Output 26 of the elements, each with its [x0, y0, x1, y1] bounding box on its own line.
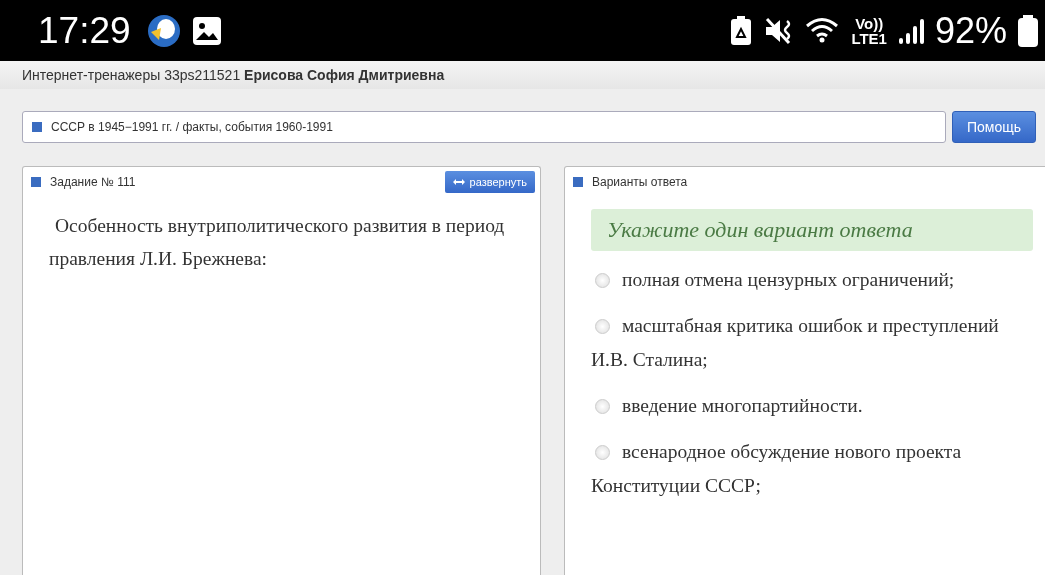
battery-percent: 92%: [934, 9, 1007, 52]
expand-button[interactable]: развернуть: [444, 171, 535, 193]
radio-button[interactable]: [595, 319, 610, 334]
radio-button[interactable]: [595, 273, 610, 288]
volte-label: Vo)): [855, 15, 884, 31]
radio-button[interactable]: [595, 445, 610, 460]
answer-option[interactable]: введение многопартийности.: [591, 389, 1033, 423]
task-title: Задание № 111: [50, 175, 137, 189]
battery-icon: [1017, 13, 1039, 48]
battery-saver-icon: [729, 14, 754, 47]
answers-title: Варианты ответа: [592, 175, 689, 189]
answer-option[interactable]: масштабная критика ошибок и преступлений И.В. Сталина;: [591, 309, 1033, 377]
square-icon: [32, 122, 42, 132]
instruction-banner: Укажите один вариант ответа: [591, 209, 1033, 251]
answer-option[interactable]: полная отмена цензурных ограничений;: [591, 263, 1033, 297]
double-arrow-icon: [452, 179, 465, 185]
image-icon: [190, 14, 223, 47]
square-icon: [573, 177, 583, 187]
answer-option[interactable]: всенародное обсуждение нового проекта Конституции СССР;: [591, 435, 1033, 503]
square-icon: [31, 177, 41, 187]
header-text: Интернет-тренажеры 33ps211521 Ерисова София Дмитриевна: [22, 67, 445, 83]
help-button[interactable]: Помощь: [951, 111, 1036, 143]
topic-text: СССР в 1945−1991 гг. / факты, события 1960-1991: [51, 120, 333, 134]
radio-button[interactable]: [595, 399, 610, 414]
question-text: Особенность внутриполитического развития в период правления Л.И. Брежнева:: [49, 214, 506, 271]
clock: 17:29: [38, 9, 131, 52]
